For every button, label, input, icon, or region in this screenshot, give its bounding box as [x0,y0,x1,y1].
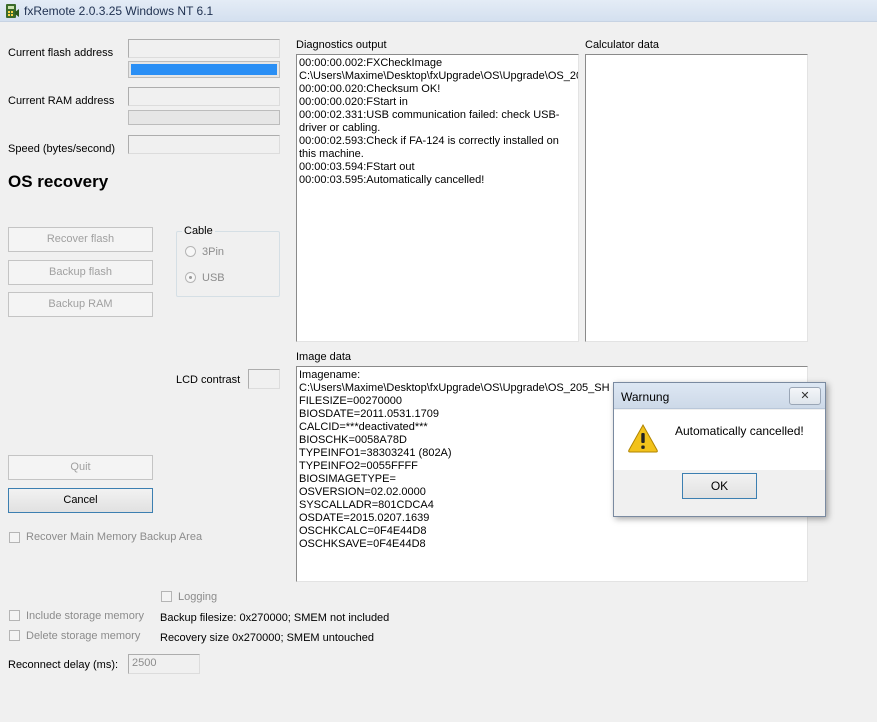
diagnostics-line: 00:00:00.002:FXCheckImage C:\Users\Maxim… [299,57,578,82]
calculator-data-label: Calculator data [585,39,659,51]
dialog-title-bar[interactable]: Warnung ✕ [614,383,825,409]
backup-info-text: Backup filesize: 0x270000; SMEM not incl… [160,612,390,624]
warning-dialog[interactable]: Warnung ✕ Automatically cancelled! OK [613,382,826,517]
warning-icon [628,423,658,453]
radio-3pin-label: 3Pin [202,246,225,258]
backup-flash-button[interactable]: Backup flash [8,260,153,285]
radio-usb[interactable] [185,272,196,283]
window-title: fxRemote 2.0.3.25 Windows NT 6.1 [24,4,214,18]
cable-groupbox [176,231,280,297]
fxremote-app-icon [6,4,19,18]
ram-progress-bar [128,110,280,125]
diagnostics-line: 00:00:00.020:Checksum OK! [299,83,441,95]
diagnostics-line: 00:00:03.594:FStart out [299,161,415,173]
delete-storage-checkbox[interactable] [9,630,20,641]
backup-ram-button[interactable]: Backup RAM [8,292,153,317]
diagnostics-line: 00:00:02.593:Check if FA-124 is correctl… [299,135,562,160]
speed-label: Speed (bytes/second) [8,143,116,155]
include-storage-label: Include storage memory [26,610,144,622]
image-data-line: OSCHKSAVE=0F4E44D8 [299,538,426,550]
image-data-line: Imagename: [299,369,361,381]
diagnostics-label: Diagnostics output [296,39,387,51]
cable-legend: Cable [182,225,215,237]
calculator-data-output[interactable] [585,54,808,342]
diagnostics-output[interactable]: 00:00:00.002:FXCheckImage C:\Users\Maxim… [296,54,579,342]
dialog-message: Automatically cancelled! [675,424,804,438]
flash-address-field [128,39,280,58]
diagnostics-line: 00:00:03.595:Automatically cancelled! [299,174,485,186]
reconnect-delay-field[interactable]: 2500 [128,654,200,674]
logging-label: Logging [178,591,218,603]
title-bar[interactable]: fxRemote 2.0.3.25 Windows NT 6.1 [0,0,877,22]
flash-address-label: Current flash address [8,47,114,59]
ram-address-label: Current RAM address [8,95,115,107]
recovery-info-text: Recovery size 0x270000; SMEM untouched [160,632,375,644]
radio-usb-label: USB [202,272,225,284]
dialog-ok-button[interactable]: OK [682,473,757,499]
recover-main-memory-label: Recover Main Memory Backup Area [26,531,203,543]
speed-field [128,135,280,154]
delete-storage-label: Delete storage memory [26,630,141,642]
include-storage-checkbox[interactable] [9,610,20,621]
cancel-button[interactable]: Cancel [8,488,153,513]
image-data-line: OSCHKCALC=0F4E44D8 [299,525,427,537]
diagnostics-line: 00:00:00.020:FStart in [299,96,408,108]
logging-checkbox[interactable] [161,591,172,602]
reconnect-delay-label: Reconnect delay (ms): [8,659,119,671]
recover-main-memory-checkbox[interactable] [9,532,20,543]
flash-progress-bar [128,61,280,78]
lcd-contrast-label: LCD contrast [176,374,241,386]
page-heading: OS recovery [8,172,109,191]
dialog-title: Warnung [621,390,670,404]
flash-progress-fill [131,64,277,75]
recover-flash-button[interactable]: Recover flash [8,227,153,252]
diagnostics-line: 00:00:02.331:USB communication failed: c… [299,109,560,134]
image-data-label: Image data [296,351,352,363]
dialog-close-button[interactable]: ✕ [789,387,821,405]
radio-3pin[interactable] [185,246,196,257]
dialog-body: Automatically cancelled! [614,410,825,470]
lcd-contrast-field[interactable] [248,369,280,389]
ram-address-field [128,87,280,106]
quit-button[interactable]: Quit [8,455,153,480]
